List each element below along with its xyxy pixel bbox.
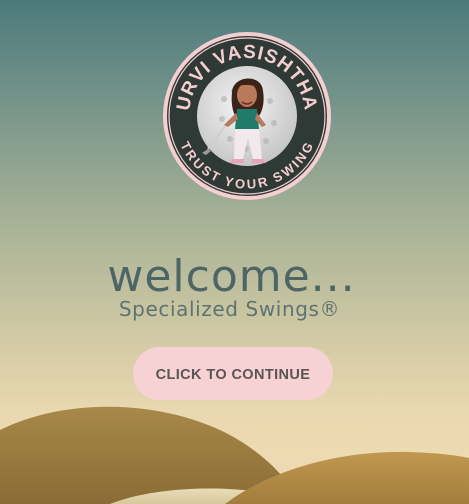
welcome-title: welcome... [107, 251, 356, 302]
continue-button[interactable]: CLICK TO CONTINUE [133, 347, 333, 400]
left-hill [0, 406, 300, 504]
brand-logo[interactable]: URVI VASISHTHA TRUST YOUR SWING [162, 31, 332, 201]
welcome-subtitle: Specialized Swings® [118, 297, 341, 321]
right-hill [225, 451, 469, 504]
sand-bunker [110, 488, 280, 504]
